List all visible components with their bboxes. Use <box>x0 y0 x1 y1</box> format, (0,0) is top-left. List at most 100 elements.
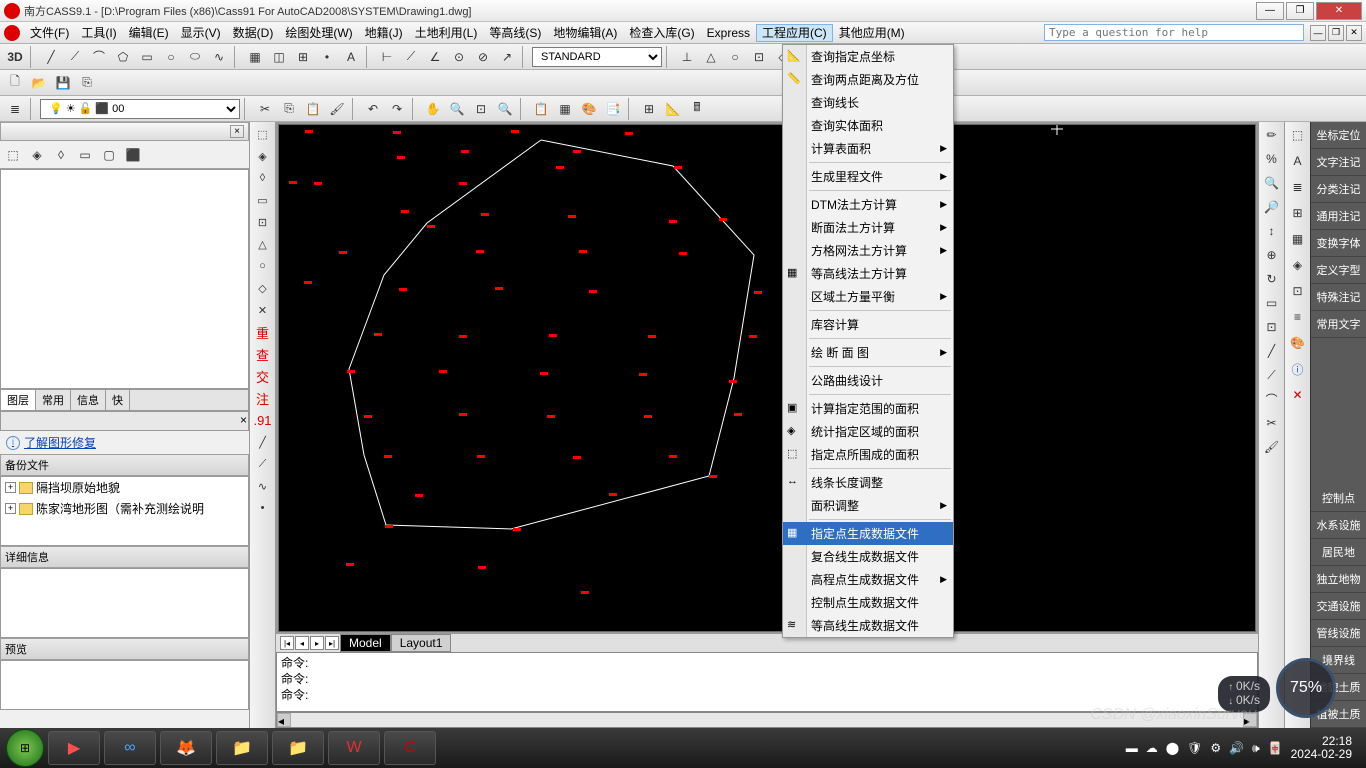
scroll-left-icon[interactable]: ◂ <box>277 713 291 727</box>
tool-icon[interactable]: ⬛ <box>122 144 144 166</box>
vtool-icon[interactable]: ╱ <box>252 432 274 452</box>
command-scrollbar[interactable]: ◂ ▸ <box>276 712 1258 728</box>
list-item[interactable]: +隔挡坝原始地貌 <box>1 477 248 498</box>
menu-item-计算指定范围的面积[interactable]: ▣计算指定范围的面积 <box>783 397 953 420</box>
maximize-button[interactable]: ❐ <box>1286 2 1314 20</box>
design-center-icon[interactable]: ▦ <box>554 98 576 120</box>
rtool-icon[interactable]: ↻ <box>1261 268 1283 290</box>
panel-close-icon[interactable]: × <box>230 125 244 138</box>
rtool2-icon[interactable]: ◈ <box>1287 254 1309 276</box>
text-icon[interactable]: A <box>340 46 362 68</box>
vtool-icon[interactable]: ⟋ <box>252 454 274 474</box>
performance-gauge[interactable]: 75% <box>1276 658 1336 718</box>
rpanel-水系设施[interactable]: 水系设施 <box>1311 512 1366 539</box>
doc-close-button[interactable]: ✕ <box>1346 25 1362 41</box>
menu-item-生成里程文件[interactable]: 生成里程文件▶ <box>783 165 953 188</box>
tool-icon[interactable]: ▭ <box>74 144 96 166</box>
copy-icon[interactable]: ⎘ <box>278 98 300 120</box>
snap-end-icon[interactable]: ⊥ <box>676 46 698 68</box>
sheet-set-icon[interactable]: 📑 <box>602 98 624 120</box>
rpanel-独立地物[interactable]: 独立地物 <box>1311 566 1366 593</box>
menu-item-指定点所围成的面积[interactable]: ⬚指定点所围成的面积 <box>783 443 953 466</box>
menu-item-查询实体面积[interactable]: 查询实体面积 <box>783 114 953 137</box>
tool-icon[interactable]: ◈ <box>26 144 48 166</box>
menu-item-控制点生成数据文件[interactable]: 控制点生成数据文件 <box>783 591 953 614</box>
dim-linear-icon[interactable]: ⊢ <box>376 46 398 68</box>
rtool2-icon[interactable]: A <box>1287 150 1309 172</box>
vtool-icon[interactable]: ∿ <box>252 476 274 496</box>
tray-icon[interactable]: 🀄 <box>1268 741 1283 755</box>
leader-icon[interactable]: ↗ <box>496 46 518 68</box>
menu-item-查询指定点坐标[interactable]: 📐查询指定点坐标 <box>783 45 953 68</box>
close-button[interactable]: ✕ <box>1316 2 1362 20</box>
calc-icon[interactable]: 🖩 <box>686 98 708 120</box>
polygon-icon[interactable]: ⬠ <box>112 46 134 68</box>
rpanel-坐标定位[interactable]: 坐标定位 <box>1311 122 1366 149</box>
tab-model[interactable]: Model <box>340 634 391 652</box>
dim-angular-icon[interactable]: ∠ <box>424 46 446 68</box>
rpanel-居民地[interactable]: 居民地 <box>1311 539 1366 566</box>
rtool2-icon[interactable]: ⊡ <box>1287 280 1309 302</box>
circle-icon[interactable]: ○ <box>160 46 182 68</box>
vtool-cn-icon[interactable]: 重 <box>252 322 274 342</box>
snap-node-icon[interactable]: ⊡ <box>748 46 770 68</box>
undo-icon[interactable]: ↶ <box>362 98 384 120</box>
rtool2-icon[interactable]: ≣ <box>1287 176 1309 198</box>
menu-item-区域土方量平衡[interactable]: 区域土方量平衡▶ <box>783 285 953 308</box>
menu-文件[interactable]: 文件(F) <box>24 24 75 42</box>
tab-next-icon[interactable]: ▸ <box>310 636 324 650</box>
vtool-icon[interactable]: ▭ <box>252 190 274 210</box>
menu-item-等高线生成数据文件[interactable]: ≋等高线生成数据文件 <box>783 614 953 637</box>
rpanel-变换字体[interactable]: 变换字体 <box>1311 230 1366 257</box>
taskbar-app[interactable]: W <box>328 731 380 765</box>
new-icon[interactable]: 🗋 <box>4 72 26 94</box>
command-line[interactable]: 命令:命令:命令: <box>276 652 1258 712</box>
rtool2-icon[interactable]: ≡ <box>1287 306 1309 328</box>
dim-radius-icon[interactable]: ⊙ <box>448 46 470 68</box>
taskbar-app[interactable]: ∞ <box>104 731 156 765</box>
rtool-icon[interactable]: ↕ <box>1261 220 1283 242</box>
ellipse-icon[interactable]: ⬭ <box>184 46 206 68</box>
rpanel-通用注记[interactable]: 通用注记 <box>1311 203 1366 230</box>
menu-编辑[interactable]: 编辑(E) <box>123 24 175 42</box>
pan-icon[interactable]: ✋ <box>422 98 444 120</box>
menu-土地利用[interactable]: 土地利用(L) <box>409 24 484 42</box>
menu-item-查询线长[interactable]: 查询线长 <box>783 91 953 114</box>
vtool-icon[interactable]: • <box>252 498 274 518</box>
menu-地籍[interactable]: 地籍(J) <box>359 24 409 42</box>
vtool-icon[interactable]: ◊ <box>252 168 274 188</box>
vtool-icon[interactable]: ✕ <box>252 300 274 320</box>
vtool-cn-icon[interactable]: .91 <box>252 410 274 430</box>
tray-icon[interactable]: ▬ <box>1126 741 1138 755</box>
rtool2-icon[interactable]: ⊞ <box>1287 202 1309 224</box>
scroll-right-icon[interactable]: ▸ <box>1243 713 1257 727</box>
repair-hint-link[interactable]: i了解图形修复 <box>0 431 249 454</box>
menu-item-等高线法土方计算[interactable]: ▦等高线法土方计算 <box>783 262 953 285</box>
vtool-icon[interactable]: ◈ <box>252 146 274 166</box>
rtool2-icon[interactable]: ✕ <box>1287 384 1309 406</box>
vtool-cn-icon[interactable]: 注 <box>252 388 274 408</box>
taskbar-app[interactable]: 📁 <box>272 731 324 765</box>
measure-icon[interactable]: 📐 <box>662 98 684 120</box>
tray-icon[interactable]: 🛡 <box>1187 741 1202 755</box>
rtool-icon[interactable]: ✏ <box>1261 124 1283 146</box>
menu-item-公路曲线设计[interactable]: 公路曲线设计 <box>783 369 953 392</box>
rtool2-icon[interactable]: ⓘ <box>1287 358 1309 380</box>
menu-其他应用[interactable]: 其他应用(M) <box>833 24 911 42</box>
menu-item-方格网法土方计算[interactable]: 方格网法土方计算▶ <box>783 239 953 262</box>
rtool-icon[interactable]: ▭ <box>1261 292 1283 314</box>
text-style-select[interactable]: STANDARD <box>532 47 662 67</box>
menu-item-指定点生成数据文件[interactable]: ▦指定点生成数据文件 <box>783 522 953 545</box>
tool-palette-icon[interactable]: 🎨 <box>578 98 600 120</box>
line-icon[interactable]: ╱ <box>40 46 62 68</box>
system-tray[interactable]: ▬ ☁ ⬤ 🛡 ⚙ 🔊 🕪 🀄 22:18 2024-02-29 <box>1126 735 1360 761</box>
open-icon[interactable]: 📂 <box>28 72 50 94</box>
doc-restore-button[interactable]: ❐ <box>1328 25 1344 41</box>
redo-icon[interactable]: ↷ <box>386 98 408 120</box>
rtool-icon[interactable]: ╱ <box>1261 340 1283 362</box>
menu-item-库容计算[interactable]: 库容计算 <box>783 313 953 336</box>
rtool-icon[interactable]: ✂ <box>1261 412 1283 434</box>
dim-aligned-icon[interactable]: ⟋ <box>400 46 422 68</box>
polyline-icon[interactable]: ⟋ <box>64 46 86 68</box>
taskbar-app[interactable]: C <box>384 731 436 765</box>
